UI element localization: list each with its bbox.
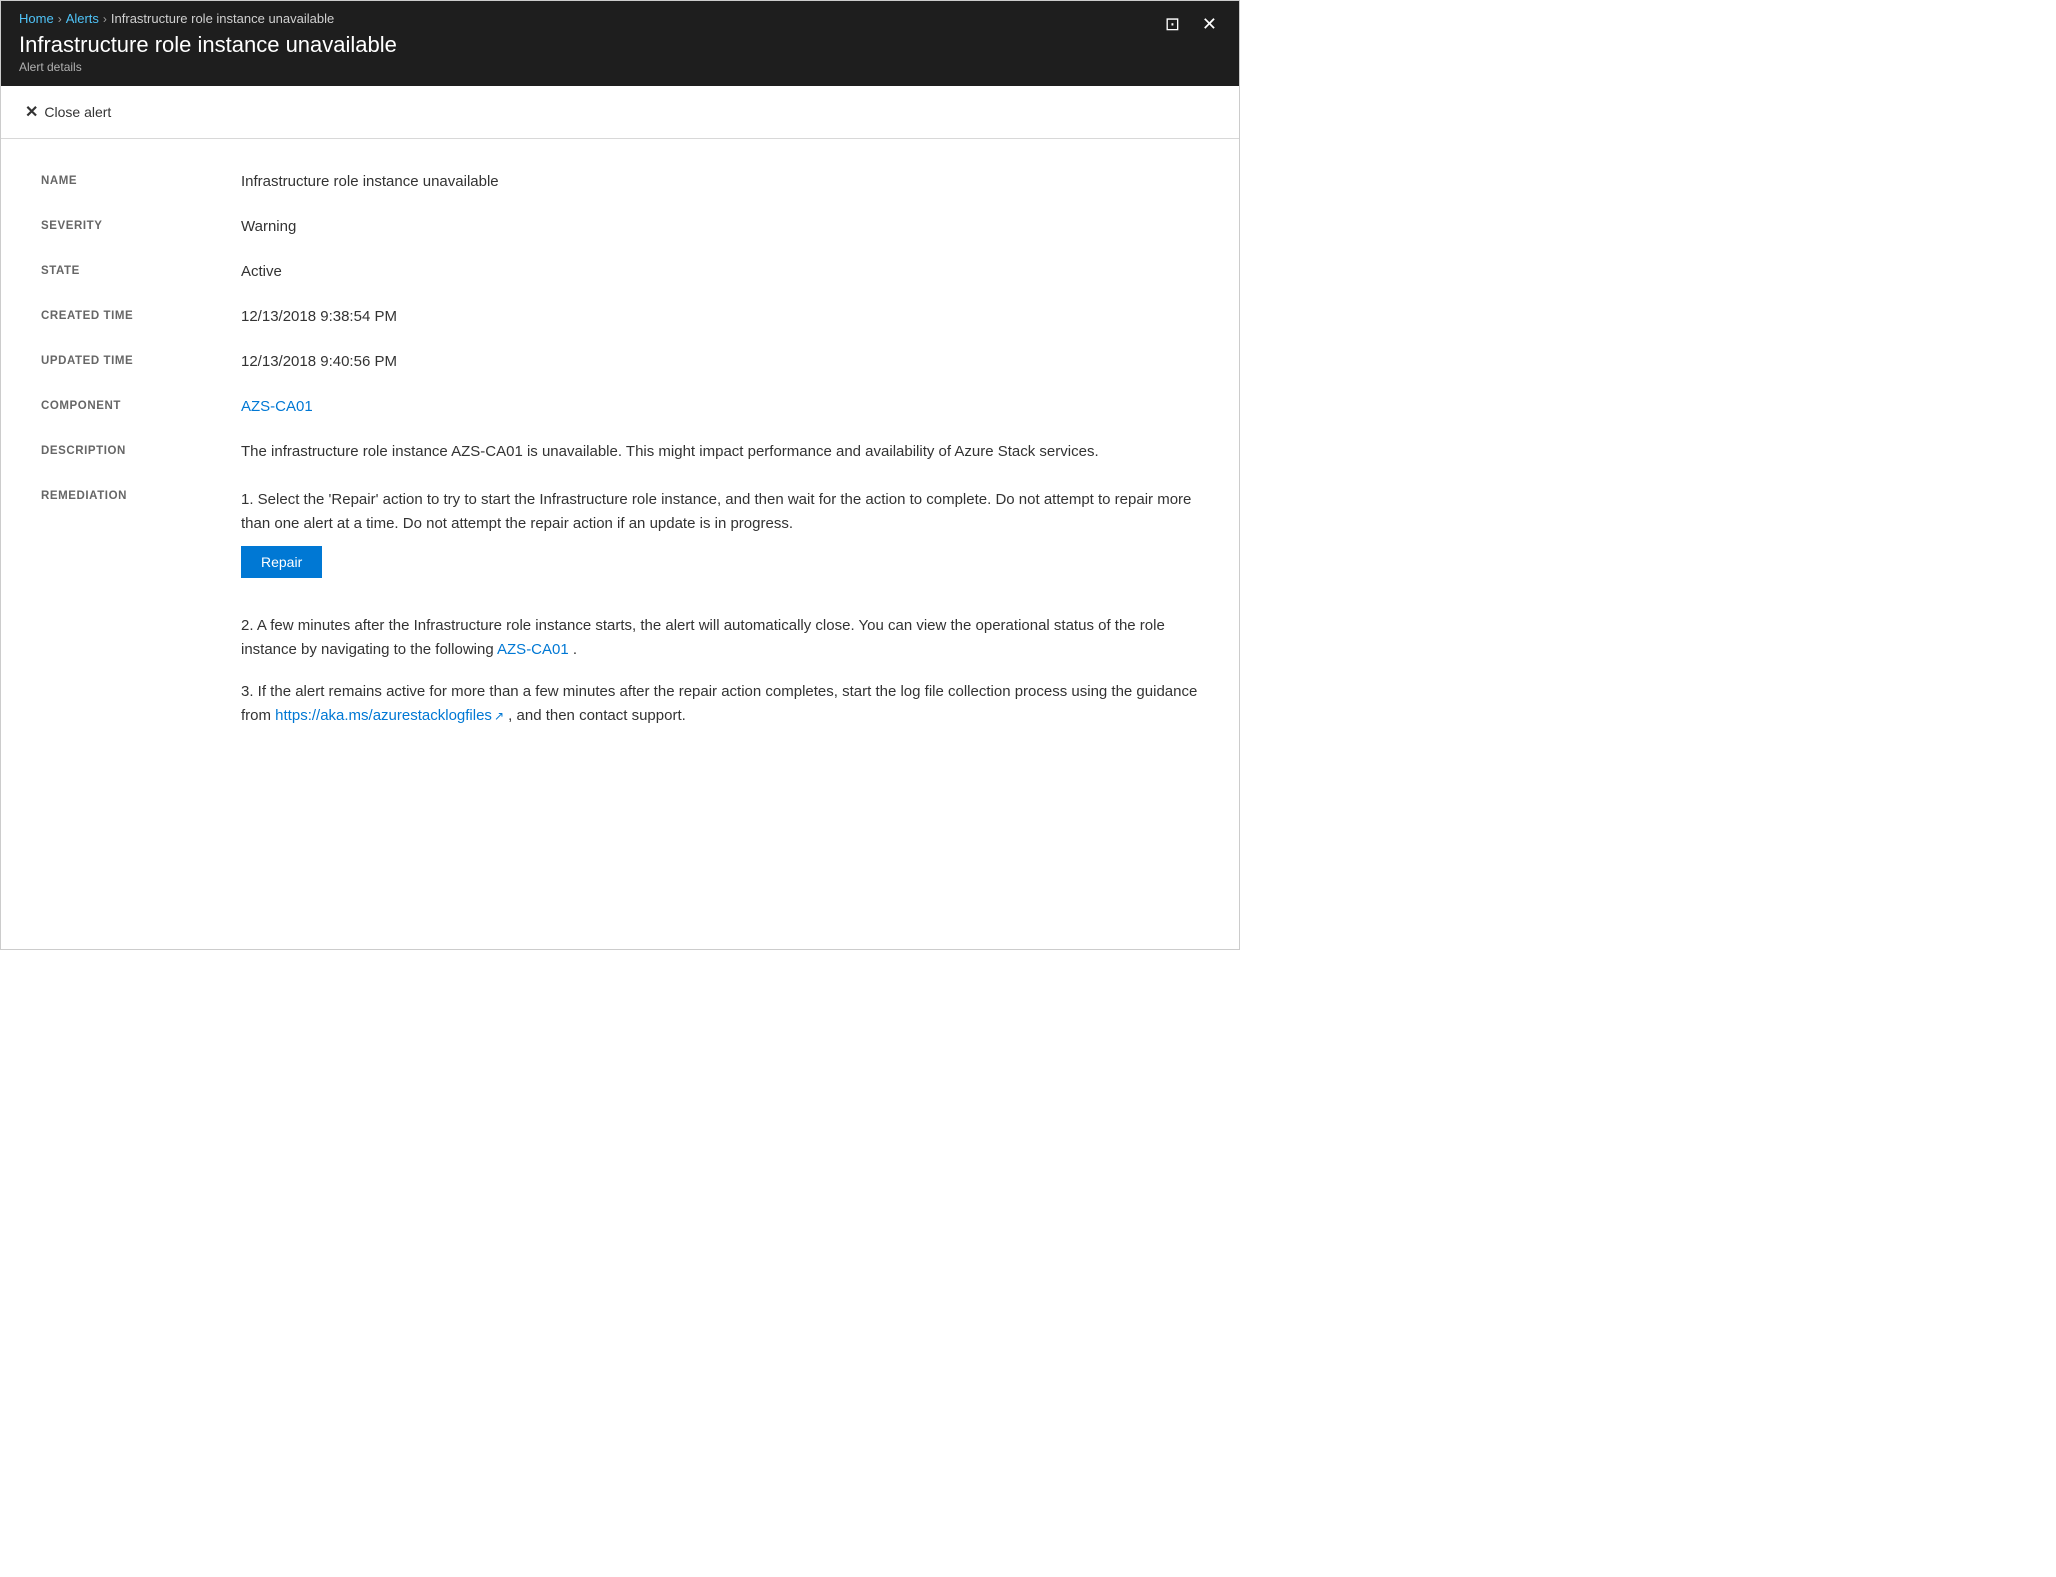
breadcrumb-sep-2: › <box>103 12 107 26</box>
step2-part2: . <box>573 641 577 658</box>
remediation-step-2: 2. A few minutes after the Infrastructur… <box>241 614 1199 662</box>
state-value: Active <box>225 249 1215 294</box>
updated-time-value: 12/13/2018 9:40:56 PM <box>225 339 1215 384</box>
page-title: Infrastructure role instance unavailable <box>19 32 1221 58</box>
step3-link[interactable]: https://aka.ms/azurestacklogfiles↗ <box>275 707 504 724</box>
detail-table: NAME Infrastructure role instance unavai… <box>25 159 1215 760</box>
row-created-time: CREATED TIME 12/13/2018 9:38:54 PM <box>25 294 1215 339</box>
breadcrumb: Home › Alerts › Infrastructure role inst… <box>19 11 1221 26</box>
row-component: COMPONENT AZS-CA01 <box>25 384 1215 429</box>
repair-button[interactable]: Repair <box>241 546 322 578</box>
remediation-step-3: 3. If the alert remains active for more … <box>241 680 1199 728</box>
step2-part1: 2. A few minutes after the Infrastructur… <box>241 617 1165 658</box>
maximize-button[interactable]: ⊡ <box>1161 13 1184 35</box>
step2-text: 2. A few minutes after the Infrastructur… <box>241 614 1199 662</box>
description-label: DESCRIPTION <box>25 429 225 474</box>
row-remediation: REMEDIATION 1. Select the 'Repair' actio… <box>25 474 1215 760</box>
description-value: The infrastructure role instance AZS-CA0… <box>225 429 1215 474</box>
step2-link[interactable]: AZS-CA01 <box>497 641 569 658</box>
close-alert-button[interactable]: ✕ Close alert <box>19 98 117 126</box>
breadcrumb-sep-1: › <box>58 12 62 26</box>
detail-content: NAME Infrastructure role instance unavai… <box>1 139 1239 790</box>
name-value: Infrastructure role instance unavailable <box>225 159 1215 204</box>
step3-part2: , and then contact support. <box>508 707 686 724</box>
state-label: STATE <box>25 249 225 294</box>
component-label: COMPONENT <box>25 384 225 429</box>
row-description: DESCRIPTION The infrastructure role inst… <box>25 429 1215 474</box>
row-severity: SEVERITY Warning <box>25 204 1215 249</box>
row-name: NAME Infrastructure role instance unavai… <box>25 159 1215 204</box>
row-state: STATE Active <box>25 249 1215 294</box>
external-link-icon: ↗ <box>494 709 504 723</box>
breadcrumb-home[interactable]: Home <box>19 11 54 26</box>
created-time-label: CREATED TIME <box>25 294 225 339</box>
header: Home › Alerts › Infrastructure role inst… <box>1 1 1239 86</box>
remediation-content: 1. Select the 'Repair' action to try to … <box>225 474 1215 760</box>
row-updated-time: UPDATED TIME 12/13/2018 9:40:56 PM <box>25 339 1215 384</box>
remediation-label: REMEDIATION <box>25 474 225 760</box>
close-x-icon: ✕ <box>25 102 38 122</box>
breadcrumb-alerts[interactable]: Alerts <box>66 11 99 26</box>
created-time-value: 12/13/2018 9:38:54 PM <box>225 294 1215 339</box>
breadcrumb-current: Infrastructure role instance unavailable <box>111 11 334 26</box>
severity-label: SEVERITY <box>25 204 225 249</box>
toolbar: ✕ Close alert <box>1 86 1239 139</box>
step1-text: 1. Select the 'Repair' action to try to … <box>241 488 1199 536</box>
close-panel-button[interactable]: ✕ <box>1198 13 1221 35</box>
severity-value: Warning <box>225 204 1215 249</box>
page-subtitle: Alert details <box>19 60 1221 74</box>
remediation-step-1: 1. Select the 'Repair' action to try to … <box>241 488 1199 596</box>
step3-text: 3. If the alert remains active for more … <box>241 680 1199 728</box>
component-value: AZS-CA01 <box>225 384 1215 429</box>
header-actions: ⊡ ✕ <box>1161 13 1221 35</box>
name-label: NAME <box>25 159 225 204</box>
close-alert-label: Close alert <box>44 104 111 120</box>
component-link[interactable]: AZS-CA01 <box>241 398 313 415</box>
updated-time-label: UPDATED TIME <box>25 339 225 384</box>
